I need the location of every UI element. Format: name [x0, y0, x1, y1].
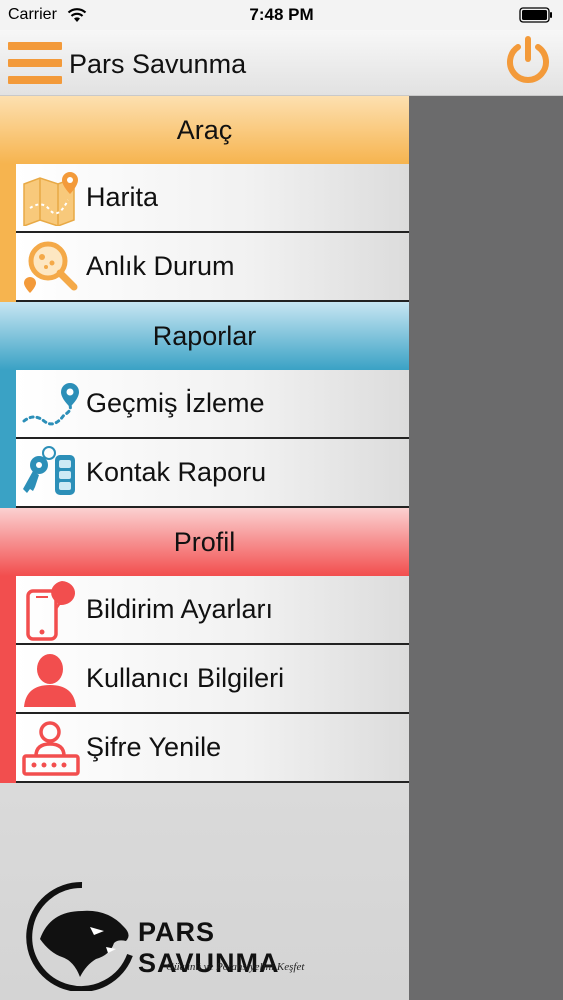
menu-item-label: Şifre Yenile	[86, 732, 222, 762]
menu-item-label: Anlık Durum	[86, 251, 235, 281]
app-title: Pars Savunma	[69, 49, 247, 79]
section-accent-bar	[0, 164, 16, 302]
user-icon	[16, 646, 86, 712]
menu-item-kullanici-bilgileri[interactable]: Kullanıcı Bilgileri	[16, 645, 409, 714]
section-header-raporlar: Raporlar	[0, 302, 409, 370]
menu-item-anlik-durum[interactable]: Anlık Durum	[16, 233, 409, 302]
section-accent-bar	[0, 370, 16, 508]
status-time: 7:48 PM	[249, 5, 314, 24]
phone-notification-icon	[16, 577, 86, 643]
menu-item-harita[interactable]: Harita	[16, 164, 409, 233]
menu-item-label: Geçmiş İzleme	[86, 388, 265, 418]
status-bar: Carrier 7:48 PM	[0, 0, 563, 30]
brand-slogan: Gücünü ve Potansiyelini Keşfet	[166, 961, 305, 973]
menu-item-sifre-yenile[interactable]: Şifre Yenile	[16, 714, 409, 783]
menu-item-label: Kontak Raporu	[86, 457, 267, 487]
power-icon[interactable]	[503, 35, 553, 85]
menu-item-label: Bildirim Ayarları	[86, 594, 274, 624]
battery-icon	[519, 7, 552, 23]
section-title: Raporlar	[152, 320, 257, 351]
section-title: Araç	[176, 114, 233, 145]
car-key-icon	[16, 440, 86, 506]
section-header-profil: Profil	[0, 508, 409, 576]
section-accent-bar	[0, 576, 16, 783]
section-title: Profil	[173, 526, 236, 557]
panther-logo-icon	[26, 881, 133, 992]
route-history-icon	[16, 371, 86, 437]
menu-item-label: Harita	[86, 182, 159, 212]
menu-icon[interactable]	[8, 42, 62, 84]
brand-logo: PARS SAVUNMA Gücünü ve Potansiyelini Keş…	[22, 881, 342, 992]
menu-item-bildirim-ayarlari[interactable]: Bildirim Ayarları	[16, 576, 409, 645]
navigation-bar: Pars Savunma	[0, 30, 563, 96]
menu-item-gecmis-izleme[interactable]: Geçmiş İzleme	[16, 370, 409, 439]
side-menu: Araç Harita Anlık Durum Raporlar Geçmiş …	[0, 96, 409, 1000]
search-location-icon	[16, 234, 86, 300]
menu-item-kontak-raporu[interactable]: Kontak Raporu	[16, 439, 409, 508]
menu-item-label: Kullanıcı Bilgileri	[86, 663, 285, 693]
section-header-arac: Araç	[0, 96, 409, 164]
map-icon	[16, 165, 86, 231]
password-reset-icon	[16, 715, 86, 781]
